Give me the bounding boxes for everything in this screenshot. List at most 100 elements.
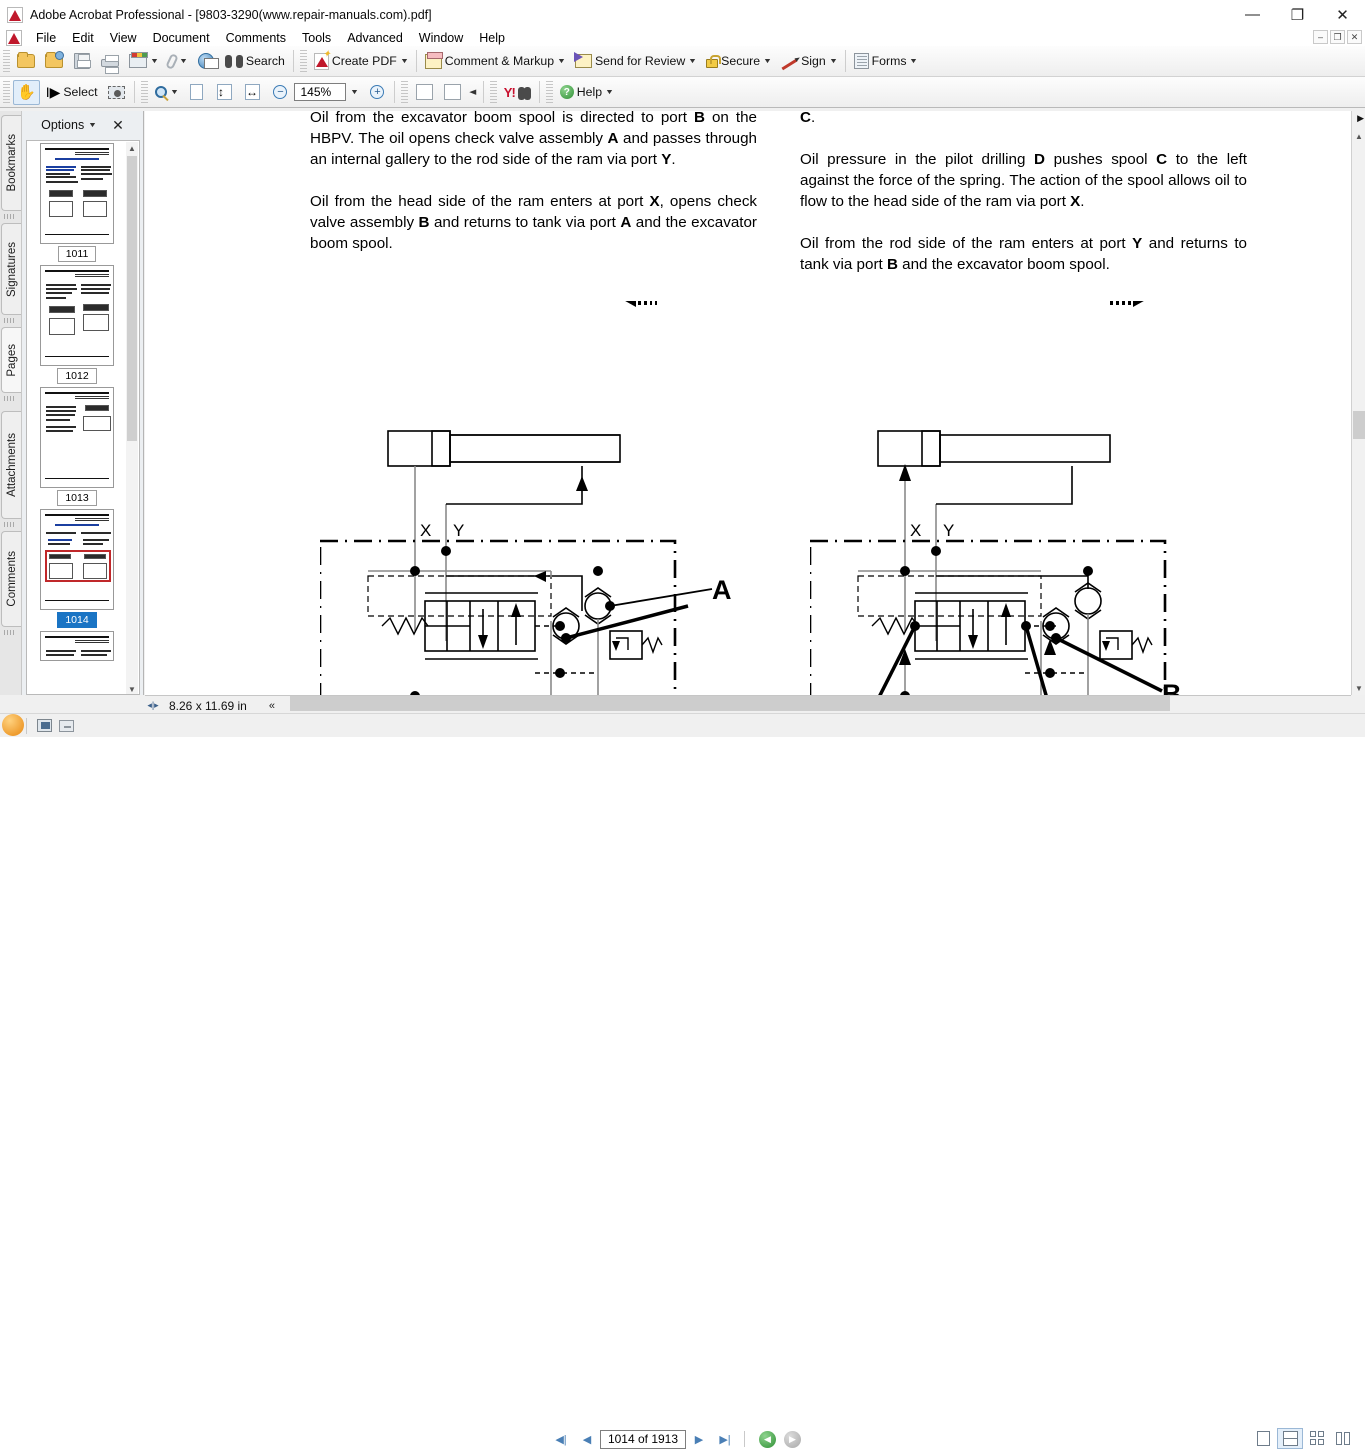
toolbar-grip[interactable] (490, 81, 497, 103)
toolbar-grip[interactable] (546, 81, 553, 103)
toolbar-grip[interactable] (3, 81, 10, 103)
rail-grip[interactable] (4, 630, 16, 635)
open-button[interactable] (13, 49, 39, 74)
scroll-down-icon[interactable]: ▼ (1352, 681, 1365, 695)
toolbar-grip[interactable] (141, 81, 148, 103)
previous-page-button[interactable]: ◀ (574, 1429, 600, 1449)
menu-file[interactable]: File (28, 30, 64, 46)
previous-view-button[interactable]: ◀ (759, 1431, 776, 1448)
scroll-up-icon[interactable]: ▲ (126, 142, 138, 154)
menu-tools[interactable]: Tools (294, 30, 339, 46)
scrollbar-thumb[interactable] (1353, 411, 1365, 439)
zoom-in-button[interactable]: + (364, 80, 390, 105)
rail-tab-bookmarks[interactable]: Bookmarks (1, 115, 21, 211)
rail-grip[interactable] (4, 214, 16, 219)
rail-tab-attachments[interactable]: Attachments (1, 411, 21, 519)
save-button[interactable] (69, 49, 95, 74)
chevron-down-icon[interactable]: ▼ (909, 58, 918, 65)
menu-document[interactable]: Document (145, 30, 218, 46)
page-number-input[interactable]: 1014 of 1913 (600, 1430, 686, 1449)
previous-view-button[interactable] (411, 80, 437, 105)
collapse-status-button[interactable]: « (269, 700, 275, 712)
options-menu-button[interactable]: Options ▼ (41, 118, 96, 132)
chevron-down-icon[interactable]: ▼ (829, 58, 838, 65)
drawer-button[interactable] (55, 717, 77, 735)
doc-restore-button[interactable]: ❐ (1330, 30, 1345, 44)
thumbnail-page-label[interactable]: 1011 (58, 246, 97, 262)
thumbnail-scrollbar[interactable]: ▲ ▼ (126, 142, 138, 695)
scrollbar-thumb[interactable] (127, 156, 137, 441)
document-view[interactable]: Oil from the excavator boom spool is dir… (145, 111, 1351, 695)
chevron-down-icon[interactable]: ▼ (605, 89, 614, 96)
next-view-button[interactable]: ▶ (784, 1431, 801, 1448)
fit-page-button[interactable]: ↕ (211, 80, 237, 105)
doc-minimize-button[interactable]: – (1313, 30, 1328, 44)
thumbnail-item[interactable]: 1012 (27, 265, 127, 384)
toolbar-grip[interactable] (401, 81, 408, 103)
page-thumbnail[interactable] (40, 265, 114, 366)
last-page-button[interactable]: ▶| (712, 1429, 738, 1449)
help-button[interactable]: ? Help ▼ (556, 80, 617, 105)
chevron-down-icon[interactable]: ▼ (557, 58, 566, 65)
chevron-down-icon[interactable]: ▼ (169, 89, 178, 96)
page-thumbnail[interactable] (40, 387, 114, 488)
menu-edit[interactable]: Edit (64, 30, 102, 46)
print-button[interactable] (97, 49, 123, 74)
thumbnail-list[interactable]: 1011 (26, 140, 140, 695)
zoom-out-button[interactable]: − (267, 80, 293, 105)
document-scrollbar[interactable]: ▲ ▼ (1351, 111, 1365, 695)
continuous-facing-mode-button[interactable] (1331, 1428, 1357, 1449)
first-page-button[interactable]: ◀| (548, 1429, 574, 1449)
thumbnail-item-current[interactable]: 1014 (27, 509, 127, 628)
thumbnail-item[interactable]: 1011 (27, 143, 127, 262)
hand-tool-button[interactable]: ✋ (13, 80, 40, 105)
single-page-mode-button[interactable] (1250, 1428, 1276, 1449)
fit-width-button[interactable]: ↔ (239, 80, 265, 105)
organizer-button[interactable]: ▼ (125, 49, 162, 74)
overflow-chevron-icon[interactable]: ◀ (470, 88, 477, 96)
rail-tab-signatures[interactable]: Signatures (1, 223, 21, 315)
chevron-down-icon[interactable]: ▼ (179, 58, 188, 65)
actual-size-button[interactable] (183, 80, 209, 105)
document-horizontal-scrollbar[interactable] (290, 695, 1330, 713)
sign-button[interactable]: Sign ▼ (777, 49, 841, 74)
rail-grip[interactable] (4, 396, 16, 401)
secure-button[interactable]: Secure ▼ (702, 49, 775, 74)
yahoo-toolbar-button[interactable]: Y! (500, 80, 535, 105)
page-thumbnail[interactable] (40, 631, 114, 661)
zoom-tool-button[interactable]: ▼ (151, 80, 182, 105)
rail-grip[interactable] (4, 522, 16, 527)
create-from-web-button[interactable] (41, 49, 67, 74)
thumbnail-page-label[interactable]: 1012 (57, 368, 96, 384)
minimize-button[interactable]: — (1230, 0, 1275, 29)
facing-mode-button[interactable] (1304, 1428, 1330, 1449)
zoom-level-input[interactable]: 145% (294, 83, 346, 101)
thumbnail-page-label-selected[interactable]: 1014 (57, 612, 96, 628)
scroll-down-icon[interactable]: ▼ (126, 683, 138, 695)
chevron-down-icon[interactable]: ▼ (350, 89, 359, 96)
menu-window[interactable]: Window (411, 30, 471, 46)
close-panel-button[interactable]: ✕ (112, 119, 124, 131)
reading-mode-button[interactable] (33, 717, 55, 735)
thumbnail-page-label[interactable]: 1013 (57, 490, 96, 506)
resize-handle-icon[interactable]: ◂|▸ (145, 698, 161, 714)
send-for-review-button[interactable]: Send for Review ▼ (571, 49, 700, 74)
start-button[interactable] (2, 714, 24, 736)
page-thumbnail[interactable] (40, 509, 114, 610)
doc-close-button[interactable]: ✕ (1347, 30, 1362, 44)
chevron-down-icon[interactable]: ▼ (763, 58, 772, 65)
search-button[interactable]: Search (221, 49, 289, 74)
chevron-down-icon[interactable]: ▼ (688, 58, 697, 65)
rail-tab-comments[interactable]: Comments (1, 531, 21, 627)
email-button[interactable] (193, 49, 219, 74)
create-pdf-button[interactable]: ✦ Create PDF ▼ (310, 49, 412, 74)
chevron-down-icon[interactable]: ▼ (400, 58, 409, 65)
snapshot-tool-button[interactable] (104, 80, 130, 105)
toolbar-grip[interactable] (3, 50, 10, 72)
scrollbar-thumb[interactable] (290, 696, 1170, 711)
rail-grip[interactable] (4, 318, 16, 323)
next-page-button[interactable]: ▶ (686, 1429, 712, 1449)
select-tool-button[interactable]: I▶ Select (42, 80, 102, 105)
toolbar-grip[interactable] (300, 50, 307, 72)
close-button[interactable]: ✕ (1320, 0, 1365, 29)
